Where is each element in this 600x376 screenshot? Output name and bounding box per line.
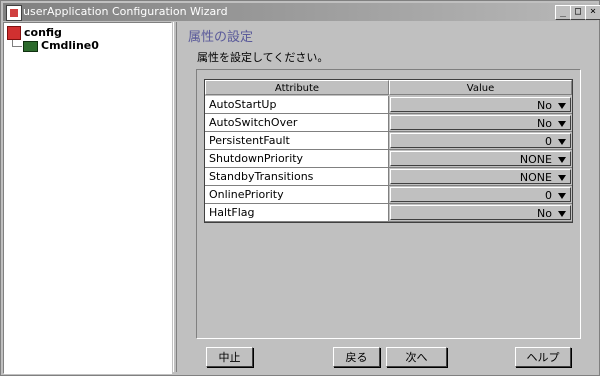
close-button[interactable]: × <box>585 5 600 20</box>
cancel-button[interactable]: 中止 <box>206 347 253 367</box>
next-button[interactable]: 次へ <box>386 347 447 367</box>
table-header-row: Attribute Value <box>205 80 572 96</box>
dropdown-selected-value: No <box>537 207 552 220</box>
application-icon <box>6 5 22 21</box>
dropdown-selected-value: 0 <box>545 189 552 202</box>
back-button[interactable]: 戻る <box>333 347 380 367</box>
value-cell: NONE <box>389 168 572 186</box>
attribute-name-cell: AutoSwitchOver <box>205 114 389 132</box>
column-header-attribute[interactable]: Attribute <box>205 80 389 95</box>
value-cell: No <box>389 204 572 222</box>
dropdown-selected-value: No <box>537 99 552 112</box>
title-bar[interactable]: userApplication Configuration Wizard _ □… <box>3 3 600 21</box>
tree-connector <box>12 46 22 47</box>
minimize-button[interactable]: _ <box>555 5 571 20</box>
value-cell: NONE <box>389 150 572 168</box>
value-dropdown[interactable]: No <box>390 97 571 112</box>
pane-splitter[interactable] <box>173 22 177 372</box>
tree-node-cmdline0[interactable]: Cmdline0 <box>23 39 99 52</box>
panel-description: 属性を設定してください。 <box>197 51 329 64</box>
table-row: StandbyTransitions NONE <box>205 168 572 186</box>
table-row: AutoSwitchOver No <box>205 114 572 132</box>
help-button[interactable]: ヘルプ <box>515 347 571 367</box>
value-cell: 0 <box>389 186 572 204</box>
dropdown-selected-value: NONE <box>519 153 552 166</box>
dropdown-arrow-icon[interactable] <box>558 103 566 109</box>
attribute-name-cell: HaltFlag <box>205 204 389 222</box>
dropdown-selected-value: 0 <box>545 135 552 148</box>
table-row: PersistentFault 0 <box>205 132 572 150</box>
table-row: AutoStartUp No <box>205 96 572 114</box>
value-dropdown[interactable]: No <box>390 205 571 220</box>
attribute-name-cell: AutoStartUp <box>205 96 389 114</box>
value-dropdown[interactable]: No <box>390 115 571 130</box>
maximize-button[interactable]: □ <box>570 5 586 20</box>
dropdown-selected-value: NONE <box>519 171 552 184</box>
value-cell: No <box>389 96 572 114</box>
table-row: HaltFlag No <box>205 204 572 222</box>
column-header-value[interactable]: Value <box>389 80 572 95</box>
table-row: ShutdownPriority NONE <box>205 150 572 168</box>
value-cell: 0 <box>389 132 572 150</box>
dropdown-arrow-icon[interactable] <box>558 211 566 217</box>
panel-title: 属性の設定 <box>188 30 254 45</box>
attribute-name-cell: ShutdownPriority <box>205 150 389 168</box>
config-icon <box>7 26 21 40</box>
dropdown-arrow-icon[interactable] <box>558 139 566 145</box>
value-dropdown[interactable]: NONE <box>390 151 571 166</box>
dropdown-arrow-icon[interactable] <box>558 175 566 181</box>
cmdline-resource-icon <box>23 40 38 52</box>
value-dropdown[interactable]: 0 <box>390 133 571 148</box>
dropdown-selected-value: No <box>537 117 552 130</box>
tree-node-label: Cmdline0 <box>41 39 99 52</box>
attribute-name-cell: StandbyTransitions <box>205 168 389 186</box>
dropdown-arrow-icon[interactable] <box>558 193 566 199</box>
wizard-window: userApplication Configuration Wizard _ □… <box>0 0 600 376</box>
attribute-table: Attribute Value AutoStartUp No AutoSwitchO… <box>204 79 573 223</box>
attribute-name-cell: OnlinePriority <box>205 186 389 204</box>
value-dropdown[interactable]: NONE <box>390 169 571 184</box>
window-title: userApplication Configuration Wizard <box>23 5 228 18</box>
tree-node-label: config <box>24 26 62 39</box>
attribute-name-cell: PersistentFault <box>205 132 389 150</box>
dropdown-arrow-icon[interactable] <box>558 157 566 163</box>
value-dropdown[interactable]: 0 <box>390 187 571 202</box>
dropdown-arrow-icon[interactable] <box>558 121 566 127</box>
value-cell: No <box>389 114 572 132</box>
table-row: OnlinePriority 0 <box>205 186 572 204</box>
tree-node-config[interactable]: config <box>7 26 62 40</box>
configuration-tree[interactable]: config Cmdline0 <box>3 22 172 374</box>
